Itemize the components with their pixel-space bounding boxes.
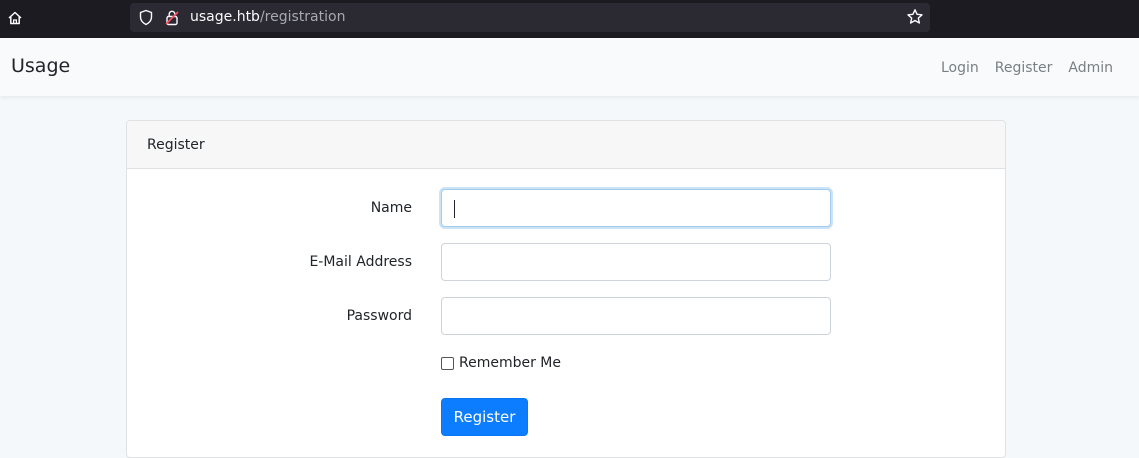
register-card: Register Name E-Mail Address Password Re… [126,120,1006,458]
card-header: Register [127,121,1005,169]
remember-me-label[interactable]: Remember Me [459,354,561,372]
address-bar[interactable]: usage.htb/registration [130,3,930,32]
card-title: Register [147,137,205,153]
url-path: /registration [259,9,346,25]
nav-link-login[interactable]: Login [941,58,979,78]
name-label: Name [370,200,412,216]
remember-me-checkbox[interactable] [441,356,454,370]
site-navbar: Usage Login Register Admin [0,38,1139,96]
nav-link-admin[interactable]: Admin [1068,58,1113,78]
brand-link[interactable]: Usage [11,54,70,78]
url-text[interactable]: usage.htb/registration [190,9,345,26]
password-label: Password [346,308,412,324]
home-icon [8,11,22,25]
register-submit-button[interactable]: Register [441,398,528,436]
password-input[interactable] [441,297,831,335]
browser-toolbar: usage.htb/registration [0,0,1139,38]
email-input[interactable] [441,243,831,281]
name-input[interactable] [441,189,831,227]
nav-link-register[interactable]: Register [995,58,1053,78]
url-host: usage.htb [190,9,260,25]
text-caret [454,200,455,218]
remember-me-row[interactable]: Remember Me [441,354,561,372]
nav-links: Login Register Admin [925,58,1113,78]
home-button[interactable] [6,9,24,27]
insecure-lock-icon[interactable] [164,9,180,26]
email-label: E-Mail Address [309,254,412,270]
bookmark-star-icon[interactable] [906,8,924,26]
shield-icon[interactable] [138,9,154,26]
